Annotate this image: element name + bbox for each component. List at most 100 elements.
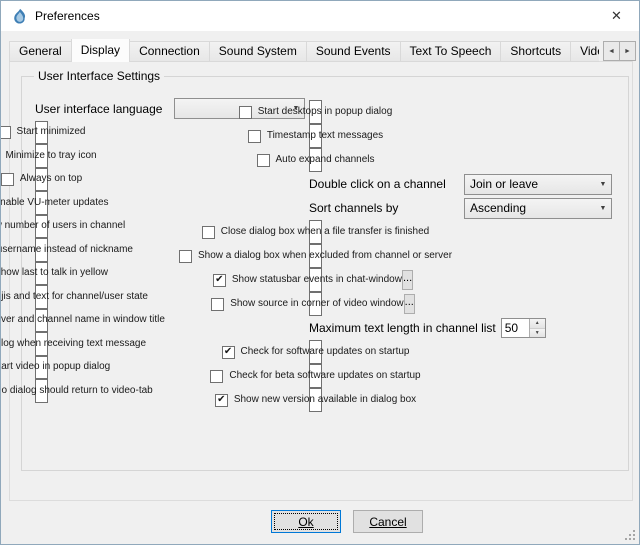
dropdown-value: Ascending [465, 201, 595, 215]
always-on-top-label: Always on top [20, 174, 82, 184]
maximum-text-length-in-channel-list-label: Maximum text length in channel list [309, 321, 496, 335]
chevron-down-icon: ▼ [595, 181, 611, 188]
row-always-on-top: Always on top [35, 168, 48, 192]
show-source-in-corner-of-video-window-label: Show source in corner of video window [230, 299, 403, 309]
sort-channels-by-label: Sort channels by [309, 201, 398, 215]
tab-text-to-speech[interactable]: Text To Speech [400, 41, 502, 62]
ok-button[interactable]: Ok [271, 510, 341, 533]
enable-vu-meter-updates-label: Enable VU-meter updates [0, 198, 109, 208]
row-start-video-in-popup-dialog: Start video in popup dialog [35, 356, 48, 380]
tab-scroll-left-icon: ◄ [608, 48, 615, 55]
tab-bar: GeneralDisplayConnectionSound SystemSoun… [9, 39, 599, 62]
double-click-on-a-channel-dropdown[interactable]: Join or leave▼ [464, 174, 612, 195]
row-show-last-to-talk-in-yellow: ✔Show last to talk in yellow [35, 262, 48, 286]
start-video-in-popup-dialog-label: Start video in popup dialog [0, 362, 110, 372]
row-close-dialog-box-when-a-file-transfer-is-finished: Close dialog box when a file transfer is… [309, 220, 322, 244]
spinbox-value[interactable]: 50 [502, 319, 529, 337]
row-show-both-server-and-channel-name-in-window-title: ✔Show both server and channel name in wi… [35, 309, 48, 333]
start-minimized-label: Start minimized [17, 127, 86, 137]
row-show-emojis-and-text-for-channel-user-state: ✔Show emojis and text for channel/user s… [35, 285, 48, 309]
row-enable-vu-meter-updates: ✔Enable VU-meter updates [35, 191, 48, 215]
show-new-version-available-in-dialog-box-label: Show new version available in dialog box [234, 395, 416, 405]
preferences-window: Preferences ✕ GeneralDisplayConnectionSo… [0, 0, 640, 545]
resize-grip[interactable] [622, 527, 635, 540]
show-a-dialog-box-when-excluded-from-channel-or-server-label: Show a dialog box when excluded from cha… [198, 251, 452, 261]
spin-up-icon[interactable]: ▲ [530, 319, 545, 329]
row-show-source-in-corner-of-video-window: Show source in corner of video window... [309, 292, 322, 316]
check-for-beta-software-updates-on-startup-checkbox[interactable] [210, 370, 223, 383]
tab-scroll-right-button[interactable]: ► [619, 41, 636, 61]
show-new-version-available-in-dialog-box-checkbox[interactable]: ✔ [215, 394, 228, 407]
tab-scroll-right-icon: ► [624, 48, 631, 55]
user-interface-language-label: User interface language [35, 102, 162, 116]
check-for-software-updates-on-startup-checkbox[interactable]: ✔ [222, 346, 235, 359]
group-title: User Interface Settings [34, 69, 164, 84]
row-popup-dialog-when-receiving-text-message: ✔Popup dialog when receiving text messag… [35, 332, 48, 356]
check-for-beta-software-updates-on-startup-label: Check for beta software updates on start… [229, 371, 420, 381]
show-source-in-corner-of-video-window-checkbox[interactable] [211, 298, 224, 311]
tab-display[interactable]: Display [71, 39, 130, 62]
start-desktops-in-popup-dialog-label: Start desktops in popup dialog [258, 107, 393, 117]
close-button[interactable]: ✕ [594, 1, 639, 31]
show-emojis-and-text-for-channel-user-state-label: Show emojis and text for channel/user st… [0, 292, 148, 302]
row-start-minimized: Start minimized [35, 121, 48, 145]
row-show-statusbar-events-in-chat-window: ✔Show statusbar events in chat-window... [309, 268, 322, 292]
maximum-text-length-in-channel-list-spinbox: 50▲▼ [501, 318, 546, 338]
row-show-number-of-users-in-channel: ✔Show number of users in channel [35, 215, 48, 239]
row-check-for-beta-software-updates-on-startup: Check for beta software updates on start… [309, 364, 322, 388]
row-show-username-instead-of-nickname: Show username instead of nickname [35, 238, 48, 262]
show-last-to-talk-in-yellow-label: Show last to talk in yellow [0, 268, 108, 278]
tab-sound-system[interactable]: Sound System [209, 41, 307, 62]
tab-video[interactable]: Video [570, 41, 599, 62]
auto-expand-channels-checkbox[interactable] [257, 154, 270, 167]
timestamp-text-messages-checkbox[interactable] [248, 130, 261, 143]
row-maximum-text-length-in-channel-list: Maximum text length in channel list 50▲▼ [309, 316, 626, 340]
row-show-new-version-available-in-dialog-box: ✔Show new version available in dialog bo… [309, 388, 322, 412]
minimize-to-tray-icon-label: Minimize to tray icon [5, 151, 96, 161]
user-interface-settings-group: User Interface Settings User interface l… [21, 76, 629, 471]
row-start-desktops-in-popup-dialog: Start desktops in popup dialog [309, 100, 322, 124]
show-source-in-corner-of-video-window-more-button[interactable]: ... [404, 294, 415, 314]
right-column: Start desktops in popup dialogTimestamp … [309, 100, 626, 412]
start-minimized-checkbox[interactable] [0, 126, 11, 139]
show-statusbar-events-in-chat-window-label: Show statusbar events in chat-window [232, 275, 402, 285]
show-both-server-and-channel-name-in-window-title-label: Show both server and channel name in win… [0, 315, 165, 325]
app-icon [10, 8, 27, 25]
close-dialog-box-when-a-file-transfer-is-finished-checkbox[interactable] [202, 226, 215, 239]
row-auto-expand-channels: Auto expand channels [309, 148, 322, 172]
auto-expand-channels-label: Auto expand channels [276, 155, 375, 165]
show-statusbar-events-in-chat-window-checkbox[interactable]: ✔ [213, 274, 226, 287]
close-icon: ✕ [611, 8, 622, 24]
show-a-dialog-box-when-excluded-from-channel-or-server-checkbox[interactable] [179, 250, 192, 263]
closed-video-dialog-should-return-to-video-tab-label: Closed video dialog should return to vid… [0, 386, 153, 396]
row-timestamp-text-messages: Timestamp text messages [309, 124, 322, 148]
row-minimize-to-tray-icon: Minimize to tray icon [35, 144, 48, 168]
chevron-down-icon: ▼ [595, 205, 611, 212]
tab-sound-events[interactable]: Sound Events [306, 41, 401, 62]
spinbox-buttons: ▲▼ [529, 319, 545, 337]
dropdown-value: Join or leave [465, 177, 595, 191]
row-check-for-software-updates-on-startup: ✔Check for software updates on startup [309, 340, 322, 364]
tab-scroll-left-button[interactable]: ◄ [603, 41, 620, 61]
tab-shortcuts[interactable]: Shortcuts [500, 41, 571, 62]
show-username-instead-of-nickname-label: Show username instead of nickname [0, 245, 133, 255]
start-desktops-in-popup-dialog-checkbox[interactable] [239, 106, 252, 119]
tab-general[interactable]: General [9, 41, 72, 62]
tab-connection[interactable]: Connection [129, 41, 210, 62]
show-statusbar-events-in-chat-window-more-button[interactable]: ... [402, 270, 413, 290]
check-for-software-updates-on-startup-label: Check for software updates on startup [241, 347, 410, 357]
row-sort-channels-by: Sort channels by Ascending▼ [309, 196, 626, 220]
popup-dialog-when-receiving-text-message-label: Popup dialog when receiving text message [0, 339, 146, 349]
show-number-of-users-in-channel-label: Show number of users in channel [0, 221, 125, 231]
row-double-click-on-a-channel: Double click on a channel Join or leave▼ [309, 172, 626, 196]
close-dialog-box-when-a-file-transfer-is-finished-label: Close dialog box when a file transfer is… [221, 227, 429, 237]
row-closed-video-dialog-should-return-to-video-tab: ✔Closed video dialog should return to vi… [35, 379, 48, 403]
spin-down-icon[interactable]: ▼ [530, 329, 545, 338]
titlebar: Preferences ✕ [1, 1, 639, 31]
cancel-button[interactable]: Cancel [353, 510, 423, 533]
sort-channels-by-dropdown[interactable]: Ascending▼ [464, 198, 612, 219]
window-title: Preferences [35, 9, 100, 23]
double-click-on-a-channel-label: Double click on a channel [309, 177, 446, 191]
always-on-top-checkbox[interactable] [1, 173, 14, 186]
tab-scroll-control: ◄ ► [604, 41, 636, 61]
